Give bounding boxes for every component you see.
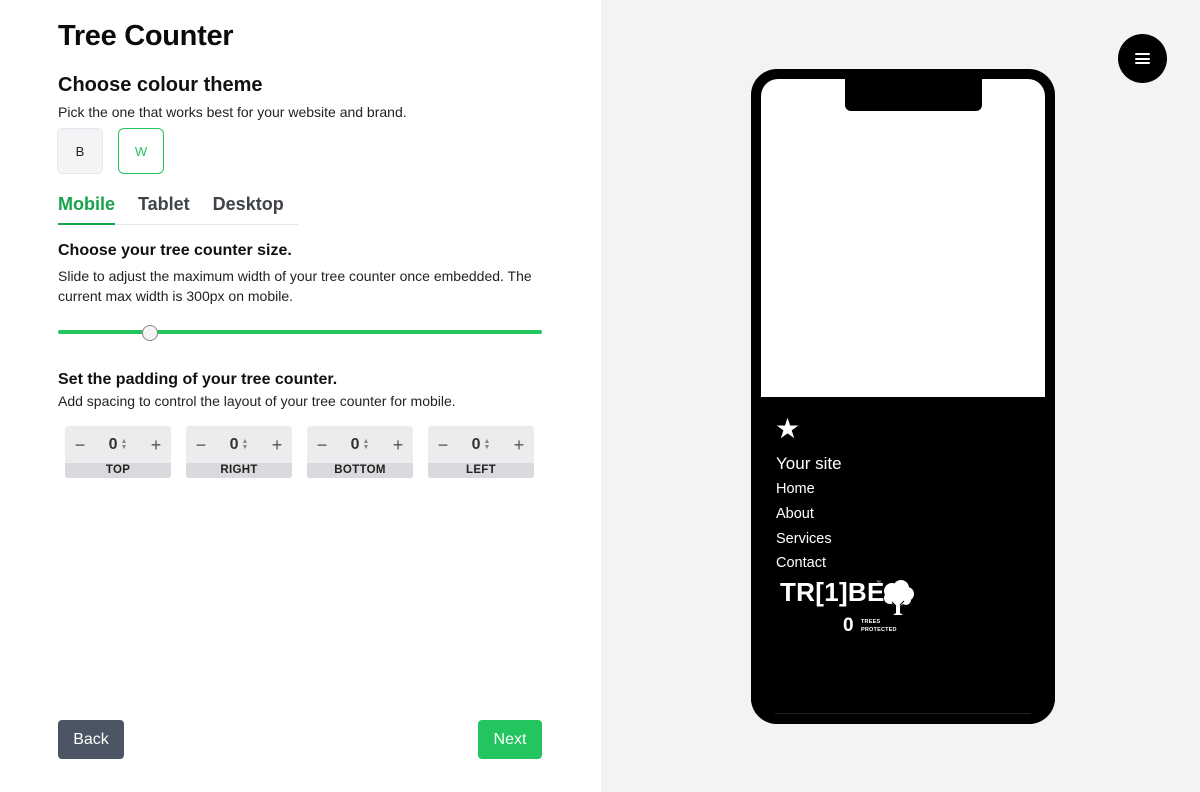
slider-track[interactable] (58, 330, 542, 334)
decrement-left-button[interactable]: − (436, 436, 450, 454)
padding-right-input[interactable]: 0 (230, 436, 239, 454)
padding-section-title: Set the padding of your tree counter. (58, 371, 338, 388)
padding-top-label: TOP (65, 463, 171, 478)
phone-notch (845, 79, 982, 111)
padding-left-stepper: − 0 ▲ ▼ + LEFT (428, 426, 534, 478)
site-footer-preview: ★ Your site Home About Services Contact … (751, 397, 1055, 724)
padding-top-input[interactable]: 0 (109, 436, 118, 454)
size-description: Slide to adjust the maximum width of you… (58, 268, 532, 304)
increment-right-button[interactable]: + (270, 436, 284, 454)
theme-description: Pick the one that works best for your we… (58, 104, 407, 120)
padding-description: Add spacing to control the layout of you… (58, 393, 456, 409)
phone-screen (761, 79, 1045, 397)
padding-right-label: RIGHT (186, 463, 292, 478)
decrement-top-button[interactable]: − (73, 436, 87, 454)
padding-right-stepper: − 0 ▲ ▼ + RIGHT (186, 426, 292, 478)
menu-button[interactable] (1118, 34, 1167, 83)
increment-top-button[interactable]: + (149, 436, 163, 454)
spinner-icon[interactable]: ▲ ▼ (483, 438, 490, 451)
theme-option-white[interactable]: W (118, 128, 164, 174)
tree-icon (884, 580, 914, 615)
footer-divider (775, 713, 1031, 714)
nav-link-services[interactable]: Services (776, 531, 832, 547)
page-title: Tree Counter (58, 20, 234, 52)
settings-panel: Tree Counter Choose colour theme Pick th… (0, 0, 601, 792)
device-tabs: Mobile Tablet Desktop (58, 194, 298, 225)
theme-option-black[interactable]: B (57, 128, 103, 174)
decrement-bottom-button[interactable]: − (315, 436, 329, 454)
slider-thumb[interactable] (141, 325, 158, 341)
decrement-right-button[interactable]: − (194, 436, 208, 454)
increment-bottom-button[interactable]: + (391, 436, 405, 454)
spinner-icon[interactable]: ▲ ▼ (120, 438, 127, 451)
padding-bottom-input[interactable]: 0 (351, 436, 360, 454)
trees-count: 0 (843, 615, 854, 636)
padding-bottom-label: BOTTOM (307, 463, 413, 478)
nav-link-about[interactable]: About (776, 506, 814, 522)
max-width-slider[interactable] (58, 325, 542, 341)
tribe-brand-logo: TR[1]BE (780, 577, 885, 607)
padding-left-label: LEFT (428, 463, 534, 478)
size-section-title: Choose your tree counter size. (58, 242, 292, 259)
increment-left-button[interactable]: + (512, 436, 526, 454)
count-label-line2: PROTECTED (861, 627, 897, 633)
nav-link-home[interactable]: Home (776, 481, 815, 497)
count-label-line1: TREES (861, 619, 881, 625)
tab-mobile[interactable]: Mobile (58, 194, 115, 225)
nav-link-contact[interactable]: Contact (776, 555, 826, 571)
next-button[interactable]: Next (478, 720, 542, 759)
back-button[interactable]: Back (58, 720, 124, 759)
theme-section-title: Choose colour theme (58, 74, 263, 96)
hamburger-menu-icon (1135, 53, 1150, 64)
spinner-icon[interactable]: ▲ ▼ (362, 438, 369, 451)
star-logo-icon: ★ (775, 413, 801, 444)
phone-preview: ★ Your site Home About Services Contact … (751, 69, 1055, 724)
site-name: Your site (776, 454, 842, 473)
tab-tablet[interactable]: Tablet (138, 194, 190, 225)
tab-desktop[interactable]: Desktop (213, 194, 284, 225)
padding-top-stepper: − 0 ▲ ▼ + TOP (65, 426, 171, 478)
padding-left-input[interactable]: 0 (472, 436, 481, 454)
spinner-icon[interactable]: ▲ ▼ (241, 438, 248, 451)
padding-bottom-stepper: − 0 ▲ ▼ + BOTTOM (307, 426, 413, 478)
trees-protected-label: TREES PROTECTED (861, 618, 897, 634)
